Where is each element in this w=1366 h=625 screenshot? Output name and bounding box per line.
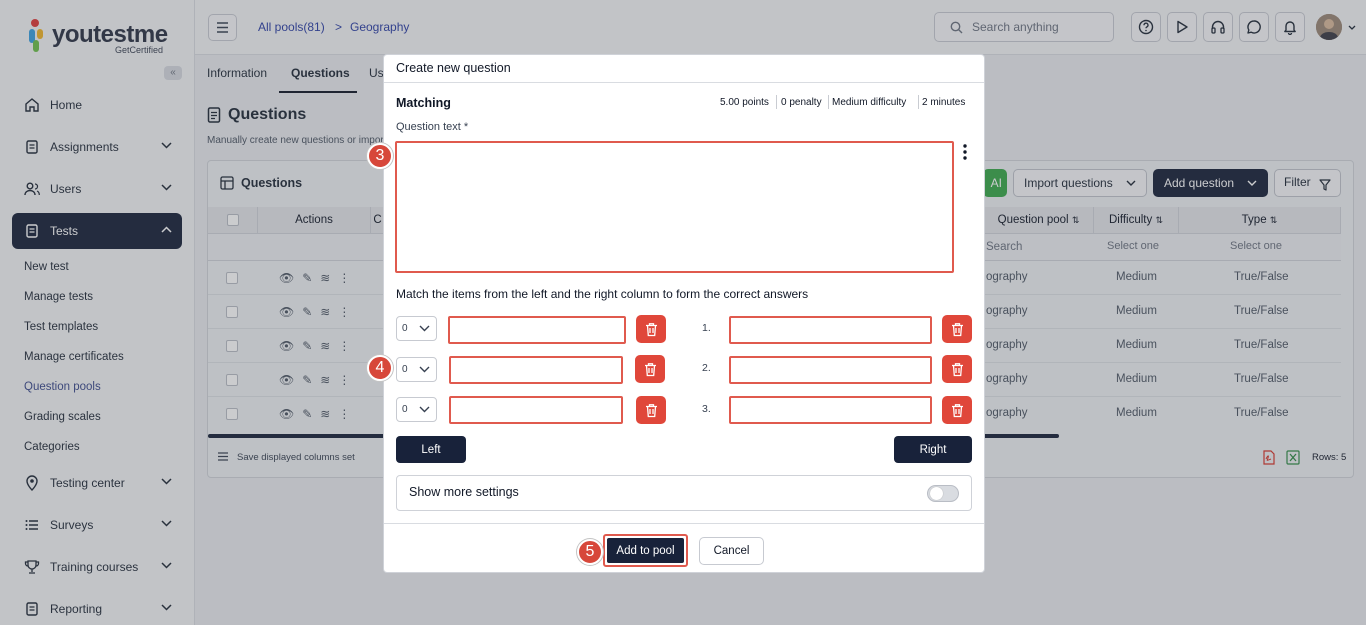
- pair-1-select-value: 0: [402, 323, 408, 334]
- delete-right-3-button[interactable]: [942, 396, 972, 424]
- add-right-button[interactable]: Right: [894, 436, 972, 463]
- right-item-2-input[interactable]: [729, 356, 932, 384]
- delete-left-1-button[interactable]: [636, 315, 666, 343]
- meta-divider: [776, 95, 777, 109]
- question-type: Matching: [396, 96, 451, 110]
- pair-2-select-value: 0: [402, 364, 408, 375]
- step-badge-4: 4: [367, 355, 393, 381]
- chevron-down-icon: [419, 366, 430, 373]
- trash-icon: [645, 322, 657, 336]
- right-item-1-number: 1.: [702, 322, 711, 334]
- step-badge-5: 5: [577, 539, 603, 565]
- more-settings-label: Show more settings: [409, 485, 519, 499]
- trash-icon: [645, 403, 657, 417]
- left-item-3-input[interactable]: [449, 396, 623, 424]
- right-item-3-input[interactable]: [729, 396, 932, 424]
- more-settings-toggle[interactable]: [927, 485, 959, 502]
- right-item-2-number: 2.: [702, 362, 711, 374]
- trash-icon: [644, 362, 656, 376]
- difficulty-meta: Medium difficulty: [832, 97, 907, 108]
- add-left-button[interactable]: Left: [396, 436, 466, 463]
- meta-divider: [828, 95, 829, 109]
- step-badge-3: 3: [367, 143, 393, 169]
- penalty-meta: 0 penalty: [781, 97, 822, 108]
- right-item-1-input[interactable]: [729, 316, 932, 344]
- more-options-icon[interactable]: [960, 143, 970, 161]
- trash-icon: [951, 403, 963, 417]
- left-item-2-input[interactable]: [449, 356, 623, 384]
- chevron-down-icon: [419, 406, 430, 413]
- trash-icon: [951, 322, 963, 336]
- delete-left-2-button[interactable]: [635, 355, 665, 383]
- cancel-button[interactable]: Cancel: [699, 537, 764, 565]
- time-meta: 2 minutes: [922, 97, 966, 108]
- delete-left-3-button[interactable]: [636, 396, 666, 424]
- trash-icon: [951, 362, 963, 376]
- pair-1-select[interactable]: 0: [396, 316, 437, 341]
- points-meta: 5.00 points: [720, 97, 769, 108]
- add-to-pool-label: Add to pool: [607, 538, 684, 563]
- left-item-1-input[interactable]: [448, 316, 626, 344]
- right-item-3-number: 3.: [702, 403, 711, 415]
- pair-3-select[interactable]: 0: [396, 397, 437, 422]
- modal-title: Create new question: [396, 61, 511, 75]
- chevron-down-icon: [419, 325, 430, 332]
- delete-right-2-button[interactable]: [942, 355, 972, 383]
- question-text-input[interactable]: [395, 141, 954, 273]
- meta-divider: [918, 95, 919, 109]
- pair-2-select[interactable]: 0: [396, 357, 437, 382]
- modal-footer-divider: [384, 523, 984, 524]
- delete-right-1-button[interactable]: [942, 315, 972, 343]
- pair-3-select-value: 0: [402, 404, 408, 415]
- question-text-label: Question text *: [396, 121, 469, 133]
- add-to-pool-button[interactable]: Add to pool: [603, 534, 688, 567]
- modal-header-divider: [384, 82, 984, 83]
- matching-instructions: Match the items from the left and the ri…: [396, 287, 809, 301]
